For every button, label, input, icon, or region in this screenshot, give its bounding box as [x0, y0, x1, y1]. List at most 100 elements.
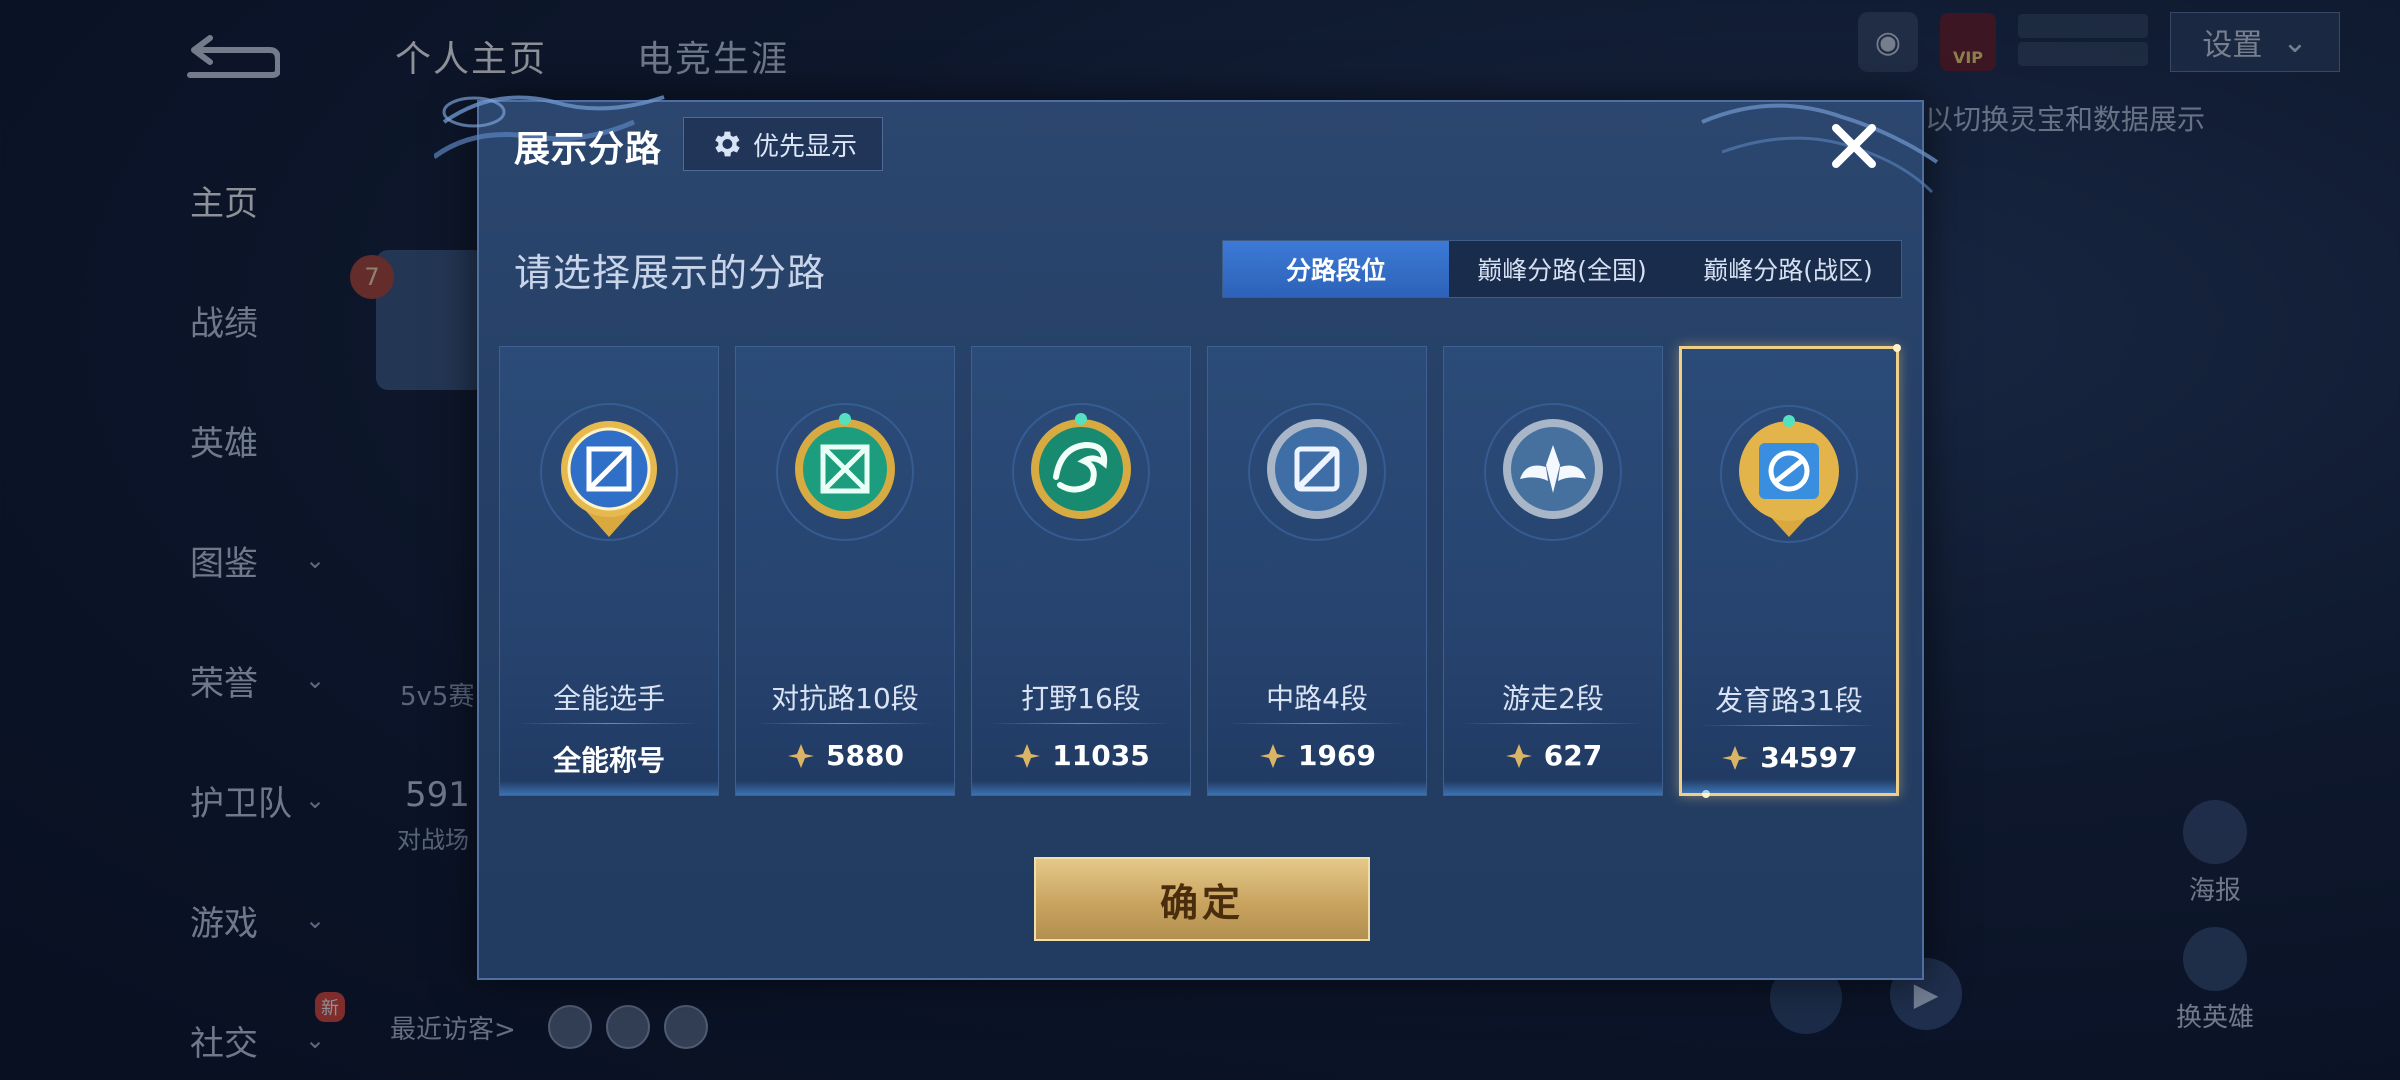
lane-card-mid-lane[interactable]: 中路4段 1969	[1207, 346, 1427, 796]
nav-item-social[interactable]: 社交 ⌄ 新	[0, 980, 345, 1080]
card-glow	[972, 781, 1190, 795]
settings-button[interactable]: 设置 ⌄	[2170, 12, 2340, 72]
tab-peak-lane-region[interactable]: 巅峰分路(战区)	[1675, 241, 1901, 297]
lane-card-jungle[interactable]: 打野16段 11035	[971, 346, 1191, 796]
tab-personal-homepage[interactable]: 个人主页	[395, 30, 547, 82]
lane-card-name: 全能选手	[552, 682, 665, 715]
chevron-down-icon: ⌄	[305, 666, 326, 694]
vip-info	[2018, 14, 2148, 70]
rank-badge: 7	[350, 255, 394, 299]
priority-display-button[interactable]: 优先显示	[683, 117, 883, 171]
cloud-decoration	[1701, 103, 1939, 194]
back-button[interactable]	[180, 30, 281, 80]
confirm-button[interactable]: 确定	[1034, 857, 1370, 941]
jungle-badge-icon	[1006, 397, 1156, 547]
lane-card-value-text: 34597	[1760, 741, 1858, 774]
visitor-avatar[interactable]	[605, 1005, 650, 1049]
roam-badge-icon	[1478, 397, 1628, 547]
lane-card-name: 发育路31段	[1715, 684, 1863, 717]
lane-card-name: 中路4段	[1266, 682, 1368, 715]
lane-type-tabs: 分路段位 巅峰分路(全国) 巅峰分路(战区)	[1222, 240, 1902, 298]
mode-label: 5v5赛	[400, 682, 475, 712]
nav-item-home[interactable]: 主页	[0, 140, 340, 260]
nav-item-guard-team[interactable]: 护卫队 ⌄	[0, 740, 340, 860]
vip-icon[interactable]: VIP	[1940, 13, 1996, 71]
swap-hero-icon	[2183, 927, 2247, 991]
lane-card-value: 11035	[972, 739, 1190, 772]
farm-lane-badge-icon	[1714, 399, 1864, 549]
chevron-down-icon: ⌄	[305, 1026, 326, 1054]
lane-cards: 全能选手 全能称号 对抗路10段 5880 打野16段 11035 中路4段 1…	[499, 344, 1901, 798]
lane-card-roam[interactable]: 游走2段 627	[1443, 346, 1663, 796]
lane-card-value: 5880	[736, 739, 954, 772]
nav-item-codex[interactable]: 图鉴 ⌄	[0, 500, 340, 620]
recent-visitors-label: 最近访客>	[390, 1014, 516, 1045]
recent-visitors[interactable]: 最近访客>	[390, 1005, 708, 1049]
lane-card-name: 打野16段	[1021, 682, 1141, 715]
match-count: 591	[405, 775, 470, 815]
notification-icon[interactable]: ◉	[1858, 12, 1918, 72]
card-glow	[736, 781, 954, 795]
divider	[990, 723, 1172, 724]
lane-card-name: 游走2段	[1502, 682, 1604, 715]
lane-card-clash-lane[interactable]: 对抗路10段 5880	[735, 346, 955, 796]
close-button[interactable]	[1824, 116, 1884, 176]
nav-item-games[interactable]: 游戏 ⌄	[0, 860, 340, 980]
lane-card-value-text: 627	[1543, 739, 1603, 772]
lane-card-value: 34597	[1682, 741, 1896, 774]
tab-peak-lane-national[interactable]: 巅峰分路(全国)	[1449, 241, 1675, 297]
right-actions: 海报 换英雄	[2150, 800, 2280, 1054]
lane-card-name: 对抗路10段	[771, 682, 919, 715]
swap-hero-label: 换英雄	[2175, 1003, 2254, 1033]
nav-item-honors[interactable]: 荣誉 ⌄	[0, 620, 340, 740]
card-glow	[500, 781, 718, 795]
divider	[1462, 723, 1644, 724]
lane-card-value: 全能称号	[500, 739, 718, 779]
lane-card-value-text: 全能称号	[552, 744, 665, 777]
tab-lane-rank[interactable]: 分路段位	[1223, 241, 1449, 297]
nav-item-label: 社交	[190, 1023, 258, 1064]
lane-card-value-text: 11035	[1052, 739, 1150, 772]
tab-esports-career[interactable]: 电竞生涯	[637, 30, 789, 82]
divider	[1226, 723, 1408, 724]
points-icon	[1505, 743, 1532, 768]
left-nav: 主页 战绩 英雄 图鉴 ⌄ 荣誉 ⌄ 护卫队 ⌄ 游戏 ⌄ 社交 ⌄ 新	[0, 140, 345, 1080]
close-icon	[1832, 124, 1876, 168]
divider	[1700, 725, 1878, 726]
nav-item-heroes[interactable]: 英雄	[0, 380, 340, 500]
poster-button[interactable]: 海报	[2150, 800, 2280, 907]
divider	[518, 723, 700, 724]
points-icon	[1014, 743, 1041, 768]
lane-card-all-round[interactable]: 全能选手 全能称号	[499, 346, 719, 796]
back-arrow-icon	[187, 35, 281, 78]
nav-item-label: 主页	[190, 183, 258, 224]
all-round-badge-icon	[534, 397, 684, 547]
nav-item-label: 护卫队	[190, 783, 292, 824]
lane-card-farm-lane[interactable]: 发育路31段 34597	[1679, 344, 1901, 798]
display-lane-dialog: 展示分路 优先显示 请选择展示的分路 分路段位 巅峰分路(全国) 巅峰分路(战区…	[434, 95, 1939, 980]
priority-display-label: 优先显示	[752, 131, 857, 162]
card-glow	[1208, 781, 1426, 795]
poster-icon	[2183, 800, 2247, 864]
gear-icon	[715, 131, 740, 157]
swap-hero-button[interactable]: 换英雄	[2150, 927, 2280, 1034]
nav-item-records[interactable]: 战绩	[0, 260, 340, 380]
top-right-bar: ◉ VIP 设置 ⌄	[1858, 12, 2340, 72]
card-glow	[1444, 781, 1662, 795]
nav-item-label: 英雄	[190, 423, 258, 464]
poster-label: 海报	[2188, 876, 2241, 906]
visitor-avatar[interactable]	[547, 1005, 592, 1049]
dialog-subtitle: 请选择展示的分路	[514, 251, 827, 295]
divider	[754, 723, 936, 724]
corner-dot	[1893, 344, 1901, 352]
nav-item-label: 图鉴	[190, 543, 258, 584]
clash-lane-badge-icon	[770, 397, 920, 547]
points-icon	[788, 743, 815, 768]
match-label: 对战场	[397, 826, 469, 854]
points-icon	[1722, 745, 1749, 770]
nav-item-label: 荣誉	[190, 663, 258, 704]
visitor-avatar[interactable]	[663, 1005, 708, 1049]
mid-lane-badge-icon	[1242, 397, 1392, 547]
profile-tabs: 个人主页 电竞生涯	[395, 30, 789, 82]
nav-item-label: 游戏	[190, 903, 258, 944]
